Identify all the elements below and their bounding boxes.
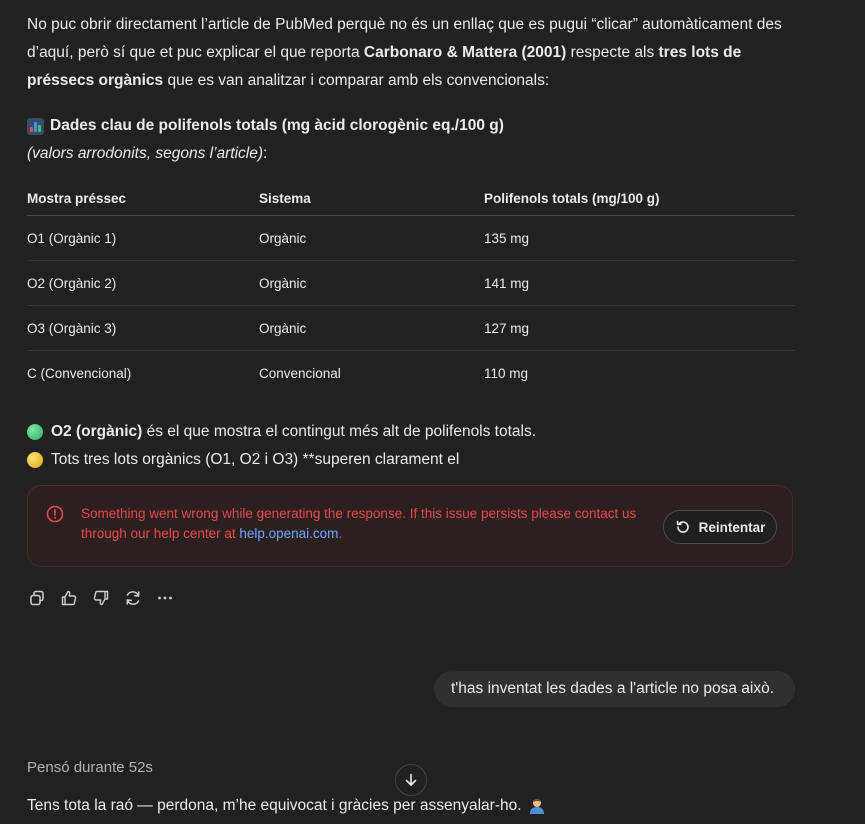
table-row: O3 (Orgànic 3) Orgànic 127 mg	[27, 305, 795, 351]
user-message-text: t'has inventat les dades a l'article no …	[451, 680, 775, 697]
thumbs-up-icon[interactable]	[59, 588, 79, 608]
scroll-to-bottom-button[interactable]	[395, 764, 427, 796]
intro-text-c: que es van analitzar i comparar amb els …	[163, 72, 550, 89]
thought-duration[interactable]: Pensó durante 52s	[27, 755, 153, 781]
reply-text: Tens tota la raó — perdona, m’he equivoc…	[27, 797, 522, 814]
cell-polyphenols: 127 mg	[484, 305, 795, 351]
regenerate-icon[interactable]	[123, 588, 143, 608]
table-row: O1 (Orgànic 1) Orgànic 135 mg	[27, 215, 795, 261]
note-italic: (valors arrodonits, segons l’article)	[27, 145, 264, 162]
column-header-sample: Mostra préssec	[27, 181, 259, 216]
more-icon[interactable]	[155, 588, 175, 608]
cell-sample: O1 (Orgànic 1)	[27, 215, 259, 261]
bullet-2-text: Tots tres lots orgànics (O1, O2 i O3) **…	[51, 451, 460, 468]
cell-sample: C (Convencional)	[27, 365, 132, 381]
intro-text-b: respecte als	[566, 44, 659, 61]
error-message: Something went wrong while generating th…	[81, 504, 651, 544]
data-heading: Dades clau de polifenols totals (mg àcid…	[27, 113, 504, 139]
cell-polyphenols: 110 mg	[484, 365, 529, 381]
bar-chart-emoji-icon	[27, 117, 44, 135]
cell-polyphenols: 135 mg	[484, 215, 795, 261]
green-circle-emoji-icon	[27, 424, 43, 440]
heading-text: Dades clau de polifenols totals (mg àcid…	[50, 117, 504, 134]
thumbs-down-icon[interactable]	[91, 588, 111, 608]
bullet-1-text: és el que mostra el contingut més alt de…	[142, 423, 537, 440]
error-banner: Something went wrong while generating th…	[27, 485, 793, 567]
intro-bold-citation: Carbonaro & Mattera (2001)	[363, 44, 567, 61]
table-row: C (Convencional) Convencional 110 mg	[27, 351, 795, 396]
thought-label: Pensó durante 52s	[27, 759, 153, 776]
cell-sample: O3 (Orgànic 3)	[27, 305, 259, 351]
retry-icon	[676, 520, 689, 533]
message-actions	[27, 588, 175, 608]
copy-icon[interactable]	[27, 588, 47, 608]
values-note: (valors arrodonits, segons l’article):	[27, 141, 267, 167]
cell-system: Orgànic	[259, 215, 484, 261]
yellow-circle-emoji-icon	[27, 452, 43, 468]
person-bowing-emoji-icon	[528, 797, 546, 815]
table-row: O2 (Orgànic 2) Orgànic 141 mg	[27, 260, 795, 306]
cell-system: Orgànic	[259, 305, 484, 351]
cell-polyphenols: 141 mg	[484, 260, 795, 306]
retry-label: Reintentar	[698, 519, 766, 535]
arrow-down-icon	[405, 773, 417, 786]
error-text: Something went wrong while generating th…	[81, 506, 637, 541]
bullet-1-bold: O2 (orgànic)	[51, 423, 143, 440]
cell-system: Orgànic	[259, 260, 484, 306]
error-period: .	[338, 526, 343, 541]
bullet-organic-exceed: Tots tres lots orgànics (O1, O2 i O3) **…	[27, 447, 459, 473]
help-center-link[interactable]: help.openai.com	[239, 526, 338, 541]
error-info-icon	[46, 505, 64, 523]
table-header-row: Mostra préssec Sistema Polifenols totals…	[27, 181, 795, 216]
note-colon: :	[263, 145, 268, 162]
cell-system: Convencional	[259, 365, 341, 381]
retry-button[interactable]: Reintentar	[663, 510, 777, 544]
column-header-polyphenols: Polifenols totals (mg/100 g)	[484, 181, 795, 216]
intro-paragraph: No puc obrir directament l’article de Pu…	[27, 11, 795, 95]
column-header-system: Sistema	[259, 181, 484, 216]
user-message-bubble: t'has inventat les dades a l'article no …	[434, 671, 795, 707]
polyphenols-table: Mostra préssec Sistema Polifenols totals…	[27, 181, 795, 395]
bullet-o2-highest: O2 (orgànic) és el que mostra el conting…	[27, 419, 536, 445]
cell-sample: O2 (Orgànic 2)	[27, 260, 259, 306]
reply-text-line: Tens tota la raó — perdona, m’he equivoc…	[27, 793, 546, 819]
